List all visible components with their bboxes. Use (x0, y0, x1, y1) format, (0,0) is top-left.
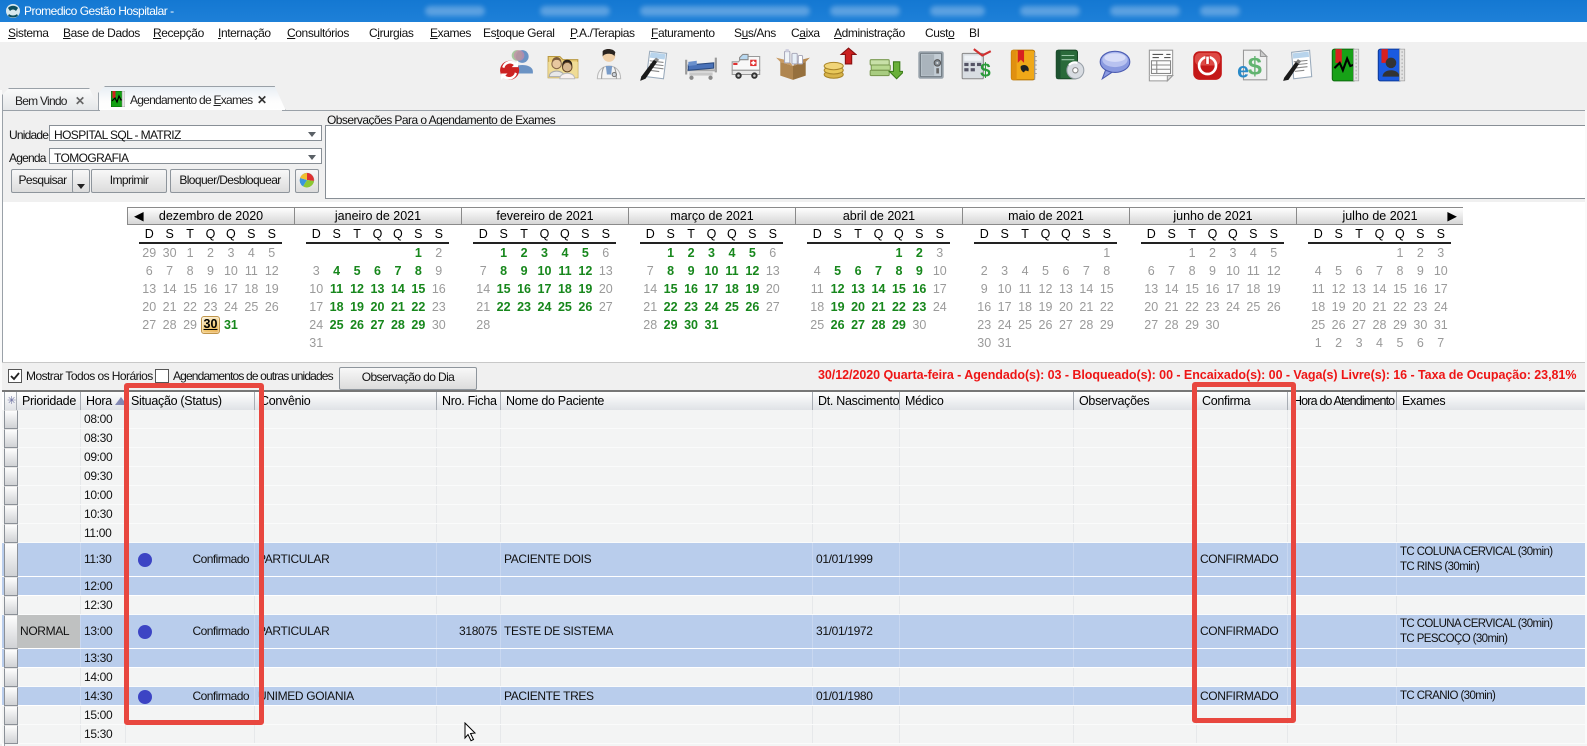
svg-text:e: e (1237, 60, 1249, 83)
svg-text:$: $ (980, 61, 991, 82)
svg-text:$: $ (1248, 53, 1262, 81)
